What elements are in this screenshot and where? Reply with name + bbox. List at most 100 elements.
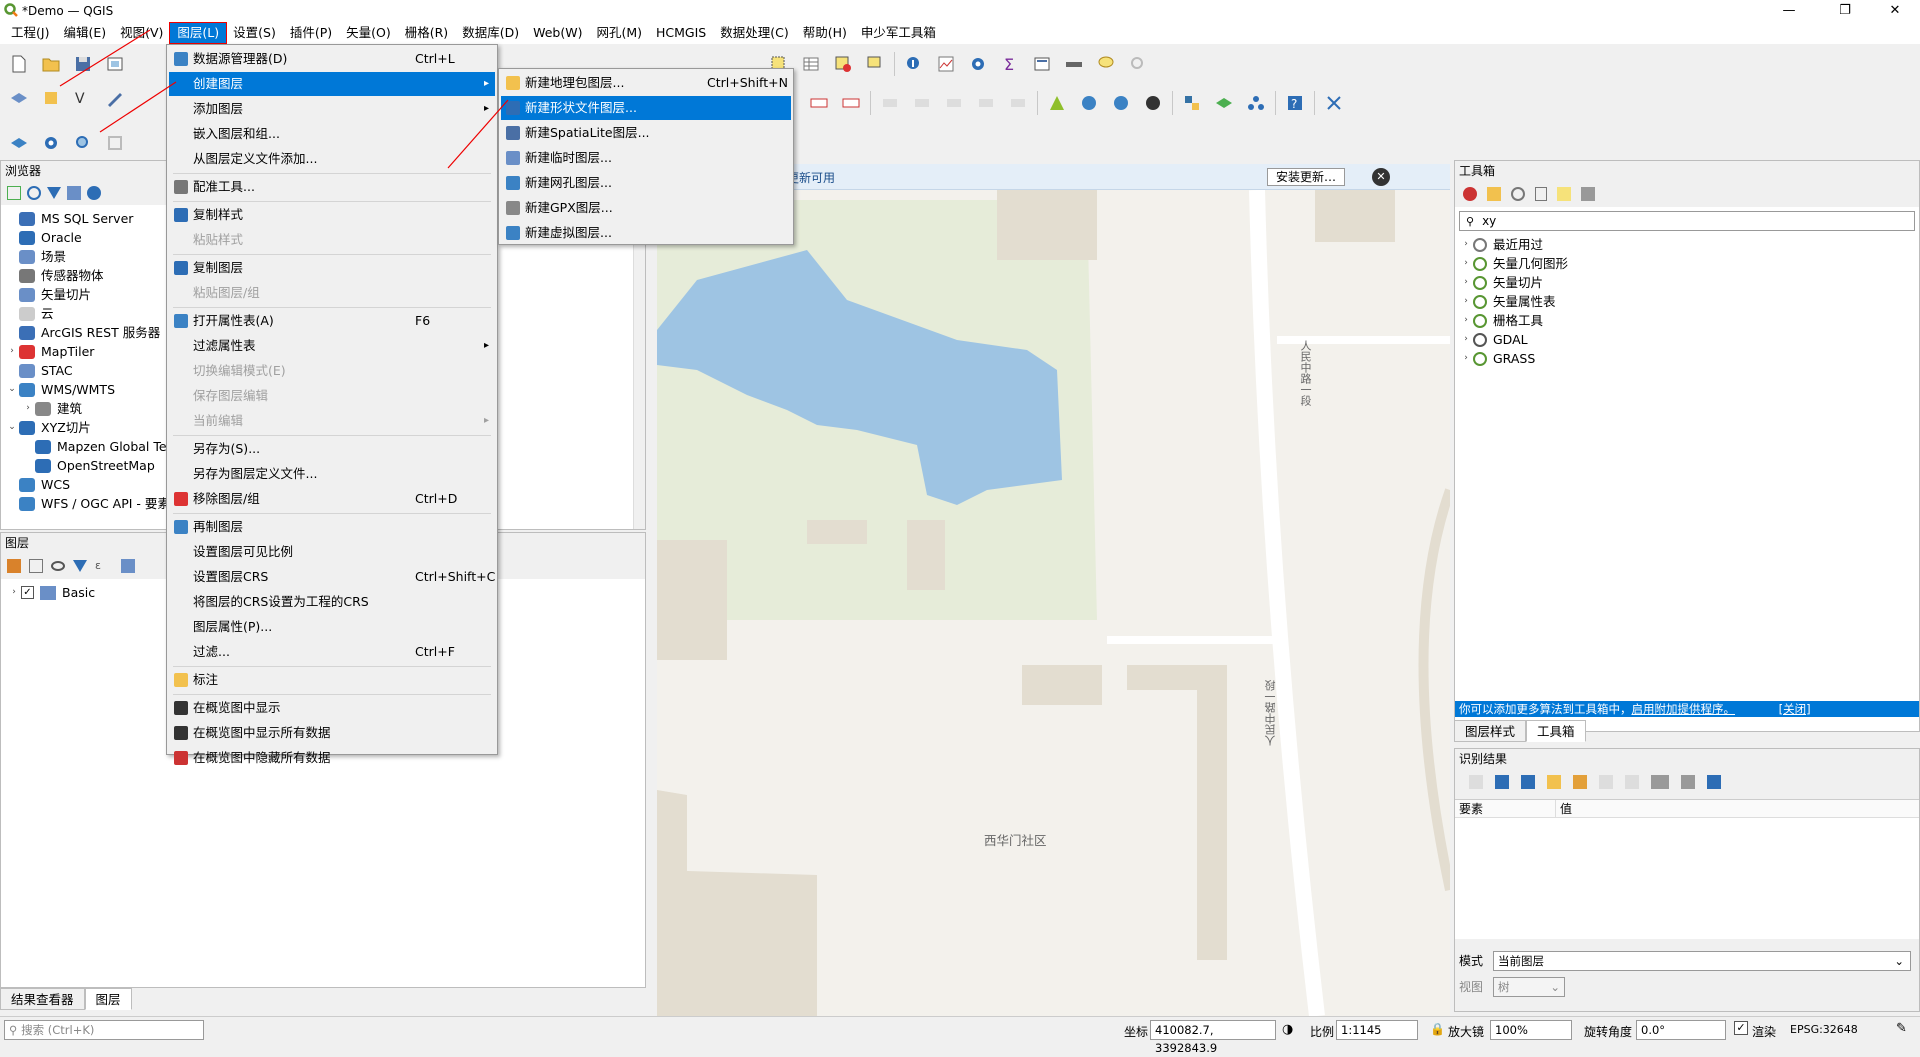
layer-menu-item-9[interactable]: 粘贴图层/组 [169,281,495,305]
layer-visibility-checkbox[interactable]: ✓ [21,586,34,599]
settings-gear-icon[interactable] [38,130,64,156]
layers-green-icon[interactable] [1211,90,1237,116]
layer-menu-item-3[interactable]: 嵌入图层和组... [169,122,495,146]
label-tool-2-icon[interactable] [909,90,935,116]
expand-tree-icon[interactable] [1469,775,1483,789]
add-virtual-icon[interactable]: V [70,85,96,111]
toolbox-expander-icon[interactable]: › [1459,235,1473,254]
label-pin-icon[interactable] [838,90,864,116]
menu-item-12[interactable]: 数据处理(C) [713,23,795,43]
clear-results-icon[interactable] [1573,775,1587,789]
measure-icon[interactable] [1061,51,1087,77]
menu-item-10[interactable]: 网孔(M) [589,23,649,43]
expander-icon[interactable]: › [21,399,35,418]
scale-field[interactable]: 1:1145 [1336,1020,1418,1040]
save-project-icon[interactable] [70,51,96,77]
layer-menu-item-24[interactable]: 标注 [169,668,495,692]
expand-all-results-icon[interactable] [1521,775,1535,789]
filter-icon[interactable] [47,187,61,199]
toolbox-expander-icon[interactable]: › [1459,330,1473,349]
globe-2-icon[interactable] [1108,90,1134,116]
menu-item-11[interactable]: HCMGIS [649,23,713,43]
toolbox-search[interactable]: ⚲ xy [1459,211,1915,231]
identify-view-select[interactable]: 树 ⌄ [1493,977,1565,997]
label-tool-1-icon[interactable] [877,90,903,116]
globe-1-icon[interactable] [1076,90,1102,116]
expander-icon[interactable]: ⌄ [5,418,19,437]
filter-legend-icon[interactable] [73,560,87,572]
layer-menu-item-8[interactable]: 复制图层 [169,256,495,280]
toolbox-item[interactable]: › 矢量切片 [1459,273,1919,292]
crs-button[interactable]: EPSG:32648 [1790,1023,1858,1036]
create-layer-item-2[interactable]: 新建SpatiaLite图层... [501,121,791,145]
menu-item-13[interactable]: 帮助(H) [796,23,854,43]
digitize-icon[interactable] [102,85,128,111]
models-icon[interactable] [1463,187,1477,201]
tab-layer-styling[interactable]: 图层样式 [1454,720,1527,742]
triangle-icon[interactable] [1044,90,1070,116]
create-layer-item-6[interactable]: 新建虚拟图层... [501,221,791,245]
identify-help-icon[interactable] [1707,775,1721,789]
tab-result-viewer[interactable]: 结果查看器 [0,988,85,1010]
toolbox-expander-icon[interactable]: › [1459,254,1473,273]
statistics-icon[interactable] [933,51,959,77]
minimize-button[interactable]: — [1766,0,1812,22]
add-group-icon[interactable] [29,559,43,573]
messages-icon[interactable]: ✎ [1896,1021,1907,1036]
label-tool-4-icon[interactable] [973,90,999,116]
menu-item-4[interactable]: 设置(S) [226,23,283,43]
layer-menu-item-16[interactable]: 另存为图层定义文件... [169,462,495,486]
layer-menu-item-6[interactable]: 复制样式 [169,203,495,227]
menu-item-6[interactable]: 矢量(O) [339,23,398,43]
visibility-icon[interactable] [51,561,65,571]
layer-menu-item-14[interactable]: 当前编辑 ▸ [169,409,495,433]
network-icon[interactable] [1243,90,1269,116]
menu-item-3[interactable]: 图层(L) [169,22,228,44]
layer-menu-item-27[interactable]: 在概览图中隐藏所有数据 [169,746,495,770]
new-project-icon[interactable] [6,51,32,77]
select-mode-icon[interactable] [1651,775,1669,789]
collapse-all-results-icon[interactable] [1547,775,1561,789]
tab-toolbox[interactable]: 工具箱 [1526,720,1586,742]
expander-icon[interactable]: ⌄ [5,380,19,399]
toolbox-item[interactable]: › 矢量属性表 [1459,292,1919,311]
render-checkbox[interactable]: ✓ [1734,1021,1748,1035]
expander-icon[interactable]: › [5,342,19,361]
layer-menu-item-10[interactable]: 打开属性表(A) F6 [169,309,495,333]
close-button[interactable]: ✕ [1872,0,1918,22]
help-icon[interactable]: ? [1282,90,1308,116]
menu-item-9[interactable]: Web(W) [526,23,589,43]
refresh-icon[interactable] [27,186,41,200]
zoom-icon[interactable] [70,130,96,156]
layer-menu-item-12[interactable]: 切换编辑模式(E) [169,359,495,383]
layer-menu-item-1[interactable]: 创建图层 ▸ [169,72,495,96]
layer-menu-item-18[interactable]: 再制图层 [169,515,495,539]
layer-menu-item-20[interactable]: 设置图层CRS Ctrl+Shift+C [169,565,495,589]
print-layout-icon[interactable] [102,51,128,77]
toolbox-expander-icon[interactable]: › [1459,292,1473,311]
layer-menu-item-13[interactable]: 保存图层编辑 [169,384,495,408]
python-icon[interactable] [1179,90,1205,116]
copy-results-icon[interactable] [1599,775,1613,789]
layer-menu-item-2[interactable]: 添加图层 ▸ [169,97,495,121]
close-update-icon[interactable]: ✕ [1372,168,1390,186]
identify-icon[interactable] [901,51,927,77]
toolbox-info-close[interactable]: [关闭] [1779,702,1811,716]
print-results-icon[interactable] [1625,775,1639,789]
lock-scale-icon[interactable]: 🔒 [1430,1022,1445,1036]
layer-menu-item-22[interactable]: 图层属性(P)... [169,615,495,639]
results-icon[interactable] [1535,187,1547,201]
history-icon[interactable] [1511,187,1525,201]
create-layer-item-0[interactable]: 新建地理包图层... Ctrl+Shift+N [501,71,791,95]
rotation-field[interactable]: 0.0° [1636,1020,1726,1040]
identify-settings-icon[interactable] [1681,775,1695,789]
map-canvas[interactable]: 西华门社区 人民中路一段 人民中路一段 [657,190,1450,1016]
open-project-icon[interactable] [38,51,64,77]
layer-menu-item-7[interactable]: 粘贴样式 [169,228,495,252]
layer-menu-item-17[interactable]: 移除图层/组 Ctrl+D [169,487,495,511]
layer-menu-item-26[interactable]: 在概览图中显示所有数据 [169,721,495,745]
install-update-button[interactable]: 安装更新… [1267,168,1346,186]
expand-all-icon[interactable] [121,559,135,573]
full-extent-icon[interactable] [102,130,128,156]
layer-menu-item-0[interactable]: 数据源管理器(D) Ctrl+L [169,47,495,71]
